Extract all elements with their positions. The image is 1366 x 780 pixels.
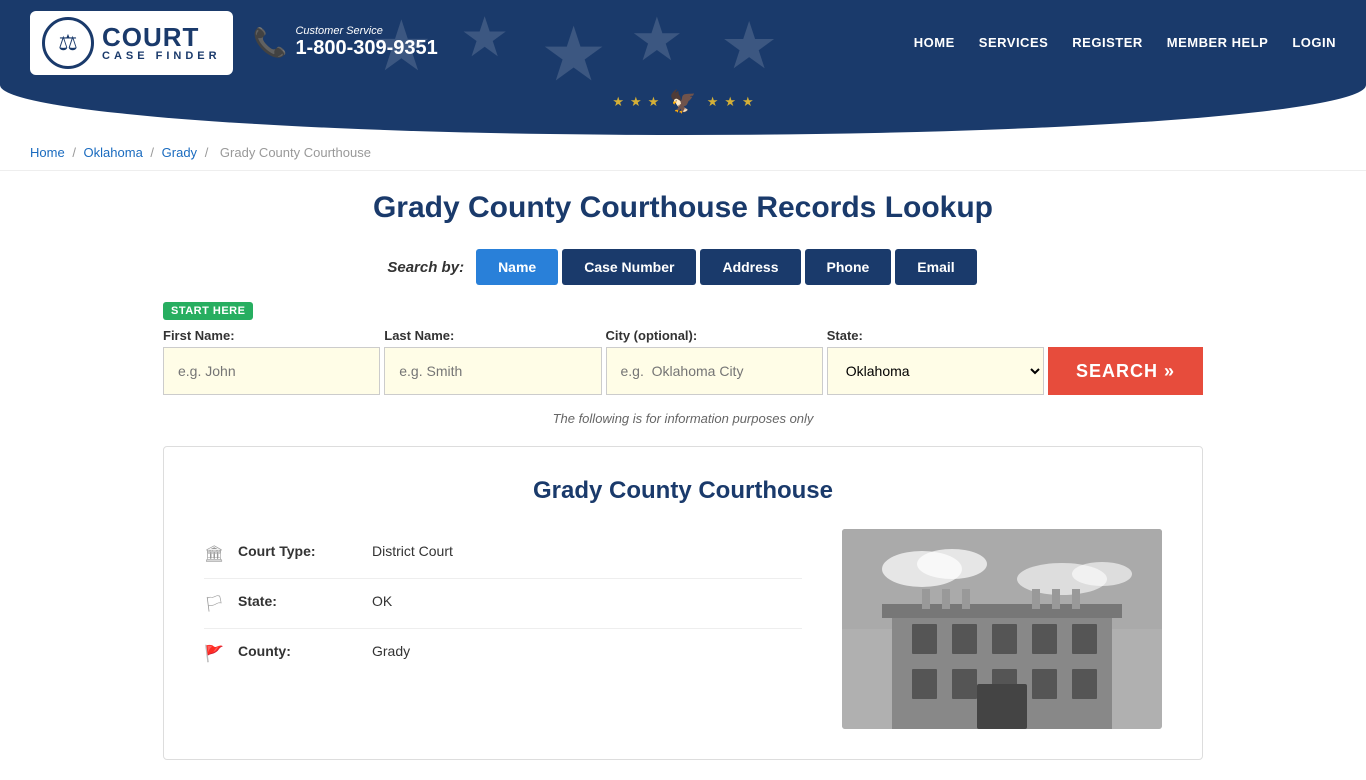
phone-icon: 📞: [253, 26, 288, 59]
star-icon: ★: [720, 8, 778, 84]
cs-phone: 1-800-309-9351: [295, 37, 437, 59]
city-label: City (optional):: [606, 328, 823, 343]
last-name-input[interactable]: [384, 347, 601, 395]
header-left: ⚖ COURT CASE FINDER 📞 Customer Service 1…: [30, 11, 438, 75]
star-icon: ★: [648, 94, 660, 110]
court-info-title: Grady County Courthouse: [204, 477, 1162, 505]
stars-left: ★ ★ ★: [612, 94, 659, 110]
star-icon: ★: [460, 5, 509, 69]
star-icon: ★: [612, 94, 624, 110]
county-label: County:: [238, 643, 358, 659]
state-detail-label: State:: [238, 593, 358, 609]
search-by-label: Search by:: [387, 259, 464, 276]
breadcrumb-sep: /: [72, 145, 79, 160]
state-detail-value: OK: [372, 593, 392, 609]
breadcrumb-current: Grady County Courthouse: [220, 145, 371, 160]
main-content: Grady County Courthouse Records Lookup S…: [133, 171, 1233, 780]
city-input[interactable]: [606, 347, 823, 395]
info-note: The following is for information purpose…: [163, 411, 1203, 426]
court-details-row: 🏛 Court Type: District Court 🏳 State: OK…: [204, 529, 1162, 729]
courthouse-image: [842, 529, 1162, 729]
tab-phone[interactable]: Phone: [805, 249, 892, 285]
logo-icon: ⚖: [42, 17, 94, 69]
star-icon: ★: [707, 94, 719, 110]
logo-title: COURT: [102, 24, 221, 50]
nav-login[interactable]: LOGIN: [1292, 35, 1336, 50]
last-name-field: Last Name:: [384, 328, 601, 395]
court-type-label: Court Type:: [238, 543, 358, 559]
star-icon: ★: [724, 94, 736, 110]
tab-case-number[interactable]: Case Number: [562, 249, 696, 285]
state-select[interactable]: AlabamaAlaskaArizonaArkansasCaliforniaCo…: [827, 347, 1044, 395]
state-field: State: AlabamaAlaskaArizonaArkansasCalif…: [827, 328, 1044, 395]
state-icon: 🏳: [204, 594, 224, 614]
search-button[interactable]: SEARCH »: [1048, 347, 1203, 395]
county-value: Grady: [372, 643, 410, 659]
stars-right: ★ ★ ★: [707, 94, 754, 110]
logo-subtitle: CASE FINDER: [102, 50, 221, 62]
nav-services[interactable]: SERVICES: [979, 35, 1049, 50]
eagle-icon: 🦅: [669, 89, 696, 115]
cs-label: Customer Service: [295, 25, 437, 37]
header: ★ ★ ★ ★ ★ ⚖ COURT CASE FINDER 📞 Customer…: [0, 0, 1366, 85]
state-row: 🏳 State: OK: [204, 579, 802, 629]
search-form: First Name: Last Name: City (optional): …: [163, 328, 1203, 395]
star-icon: ★: [742, 94, 754, 110]
city-field: City (optional):: [606, 328, 823, 395]
first-name-input[interactable]: [163, 347, 380, 395]
court-type-icon: 🏛: [204, 544, 224, 564]
last-name-label: Last Name:: [384, 328, 601, 343]
eagle-row: ★ ★ ★ 🦅 ★ ★ ★: [0, 89, 1366, 115]
nav-member-help[interactable]: MEMBER HELP: [1167, 35, 1269, 50]
court-type-row: 🏛 Court Type: District Court: [204, 529, 802, 579]
star-icon: ★: [630, 94, 642, 110]
wave-section: ★ ★ ★ 🦅 ★ ★ ★: [0, 85, 1366, 135]
breadcrumb-home[interactable]: Home: [30, 145, 65, 160]
county-icon: 🚩: [204, 644, 224, 664]
star-icon: ★: [540, 10, 607, 85]
cs-text: Customer Service 1-800-309-9351: [295, 25, 437, 60]
first-name-label: First Name:: [163, 328, 380, 343]
page-title: Grady County Courthouse Records Lookup: [163, 191, 1203, 225]
start-here-badge: START HERE: [163, 302, 253, 320]
courthouse-svg: [842, 529, 1162, 729]
banner: ★ ★ ★ 🦅 ★ ★ ★: [0, 85, 1366, 135]
logo[interactable]: ⚖ COURT CASE FINDER: [30, 11, 233, 75]
tab-name[interactable]: Name: [476, 249, 558, 285]
tab-email[interactable]: Email: [895, 249, 976, 285]
nav-home[interactable]: HOME: [914, 35, 955, 50]
main-nav: HOME SERVICES REGISTER MEMBER HELP LOGIN: [914, 35, 1336, 50]
star-icon: ★: [630, 5, 684, 75]
county-row: 🚩 County: Grady: [204, 629, 802, 678]
nav-register[interactable]: REGISTER: [1072, 35, 1142, 50]
court-details: 🏛 Court Type: District Court 🏳 State: OK…: [204, 529, 802, 729]
breadcrumb: Home / Oklahoma / Grady / Grady County C…: [0, 135, 1366, 171]
customer-service: 📞 Customer Service 1-800-309-9351: [253, 25, 438, 60]
breadcrumb-grady[interactable]: Grady: [162, 145, 197, 160]
state-label: State:: [827, 328, 1044, 343]
logo-text: COURT CASE FINDER: [102, 24, 221, 62]
search-form-container: START HERE First Name: Last Name: City (…: [163, 301, 1203, 395]
tab-address[interactable]: Address: [700, 249, 800, 285]
court-info-box: Grady County Courthouse 🏛 Court Type: Di…: [163, 446, 1203, 760]
breadcrumb-sep: /: [205, 145, 212, 160]
court-type-value: District Court: [372, 543, 453, 559]
breadcrumb-sep: /: [150, 145, 157, 160]
first-name-field: First Name:: [163, 328, 380, 395]
search-by-row: Search by: Name Case Number Address Phon…: [163, 249, 1203, 285]
breadcrumb-oklahoma[interactable]: Oklahoma: [84, 145, 143, 160]
